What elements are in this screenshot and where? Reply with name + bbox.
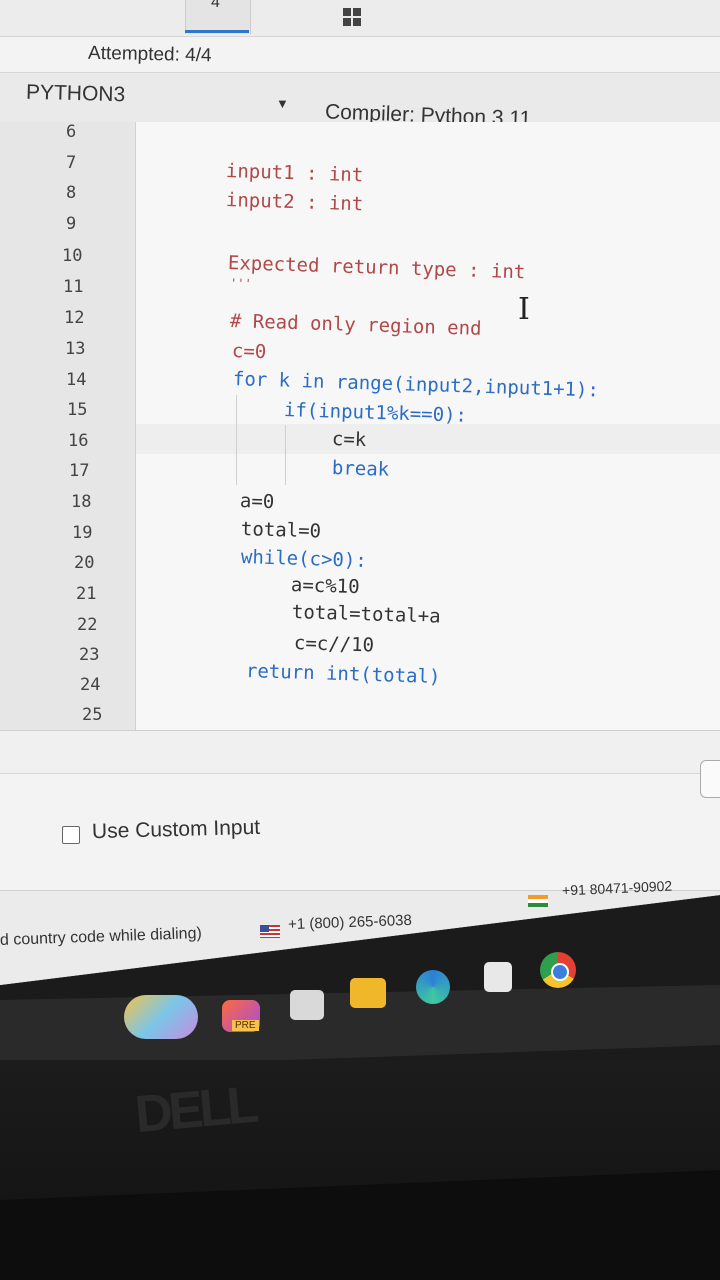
side-button[interactable] [700,760,720,798]
line-number: 21 [76,584,97,604]
custom-input-label[interactable]: Use Custom Input [92,816,261,844]
line-number: 6 [66,122,77,142]
line-number: 8 [66,183,77,203]
folder-icon[interactable] [350,978,386,1008]
question-number: 4 [211,0,220,11]
line-number: 13 [65,339,86,359]
line-number: 15 [67,400,88,420]
screen: 4 Attempted: 4/4 PYTHON3 ▼ Compiler: Pyt… [0,0,720,985]
premiere-label: PRE [232,1020,259,1031]
custom-input-checkbox[interactable] [62,826,80,844]
line-number: 22 [77,615,98,635]
code-line[interactable]: while(c>0): [241,546,367,572]
text-cursor-icon: I [518,292,530,327]
attempted-count: Attempted: 4/4 [87,42,212,67]
line-number: 10 [62,246,83,266]
code-line[interactable]: total=total+a [292,601,441,628]
store-icon[interactable] [484,962,512,992]
code-line[interactable]: a=0 [240,490,275,513]
line-number: 7 [66,153,77,173]
dell-logo: DELL [132,1075,258,1145]
code-line[interactable]: total=0 [241,518,322,543]
line-number: 24 [80,675,101,695]
code-line[interactable]: c=c//10 [294,632,375,657]
line-number: 25 [82,705,103,725]
code-line[interactable]: input2 : int [226,189,364,215]
us-flag-icon [260,925,280,938]
files-icon[interactable] [290,990,324,1020]
language-select[interactable]: PYTHON3 [26,81,126,108]
line-number: 11 [63,277,84,297]
line-number: 9 [66,214,77,234]
line-number: 20 [74,553,95,573]
indent-guide [285,425,286,485]
line-number: 23 [79,645,100,665]
windows-icon [343,8,361,26]
india-flag-icon [528,895,548,907]
code-line[interactable]: break [332,457,390,481]
code-line[interactable]: c=0 [232,340,267,363]
line-number: 17 [69,461,90,481]
indent-guide [236,395,237,485]
active-tab-underline [185,30,249,33]
code-line[interactable]: a=c%10 [291,574,360,598]
line-number: 14 [66,370,87,390]
line-number: 18 [71,492,92,512]
photos-icon[interactable] [124,995,198,1039]
line-number: 19 [72,523,93,543]
line-number: 12 [64,308,85,328]
current-line-highlight [136,424,720,454]
line-number: 16 [68,431,89,451]
chrome-icon[interactable] [540,952,576,988]
editor-footer [0,730,720,774]
code-line[interactable]: ''' [230,276,252,291]
code-line[interactable]: input1 : int [226,160,364,186]
edge-icon[interactable] [416,970,450,1004]
chevron-down-icon[interactable]: ▼ [276,96,289,111]
code-line[interactable]: c=k [332,428,367,451]
